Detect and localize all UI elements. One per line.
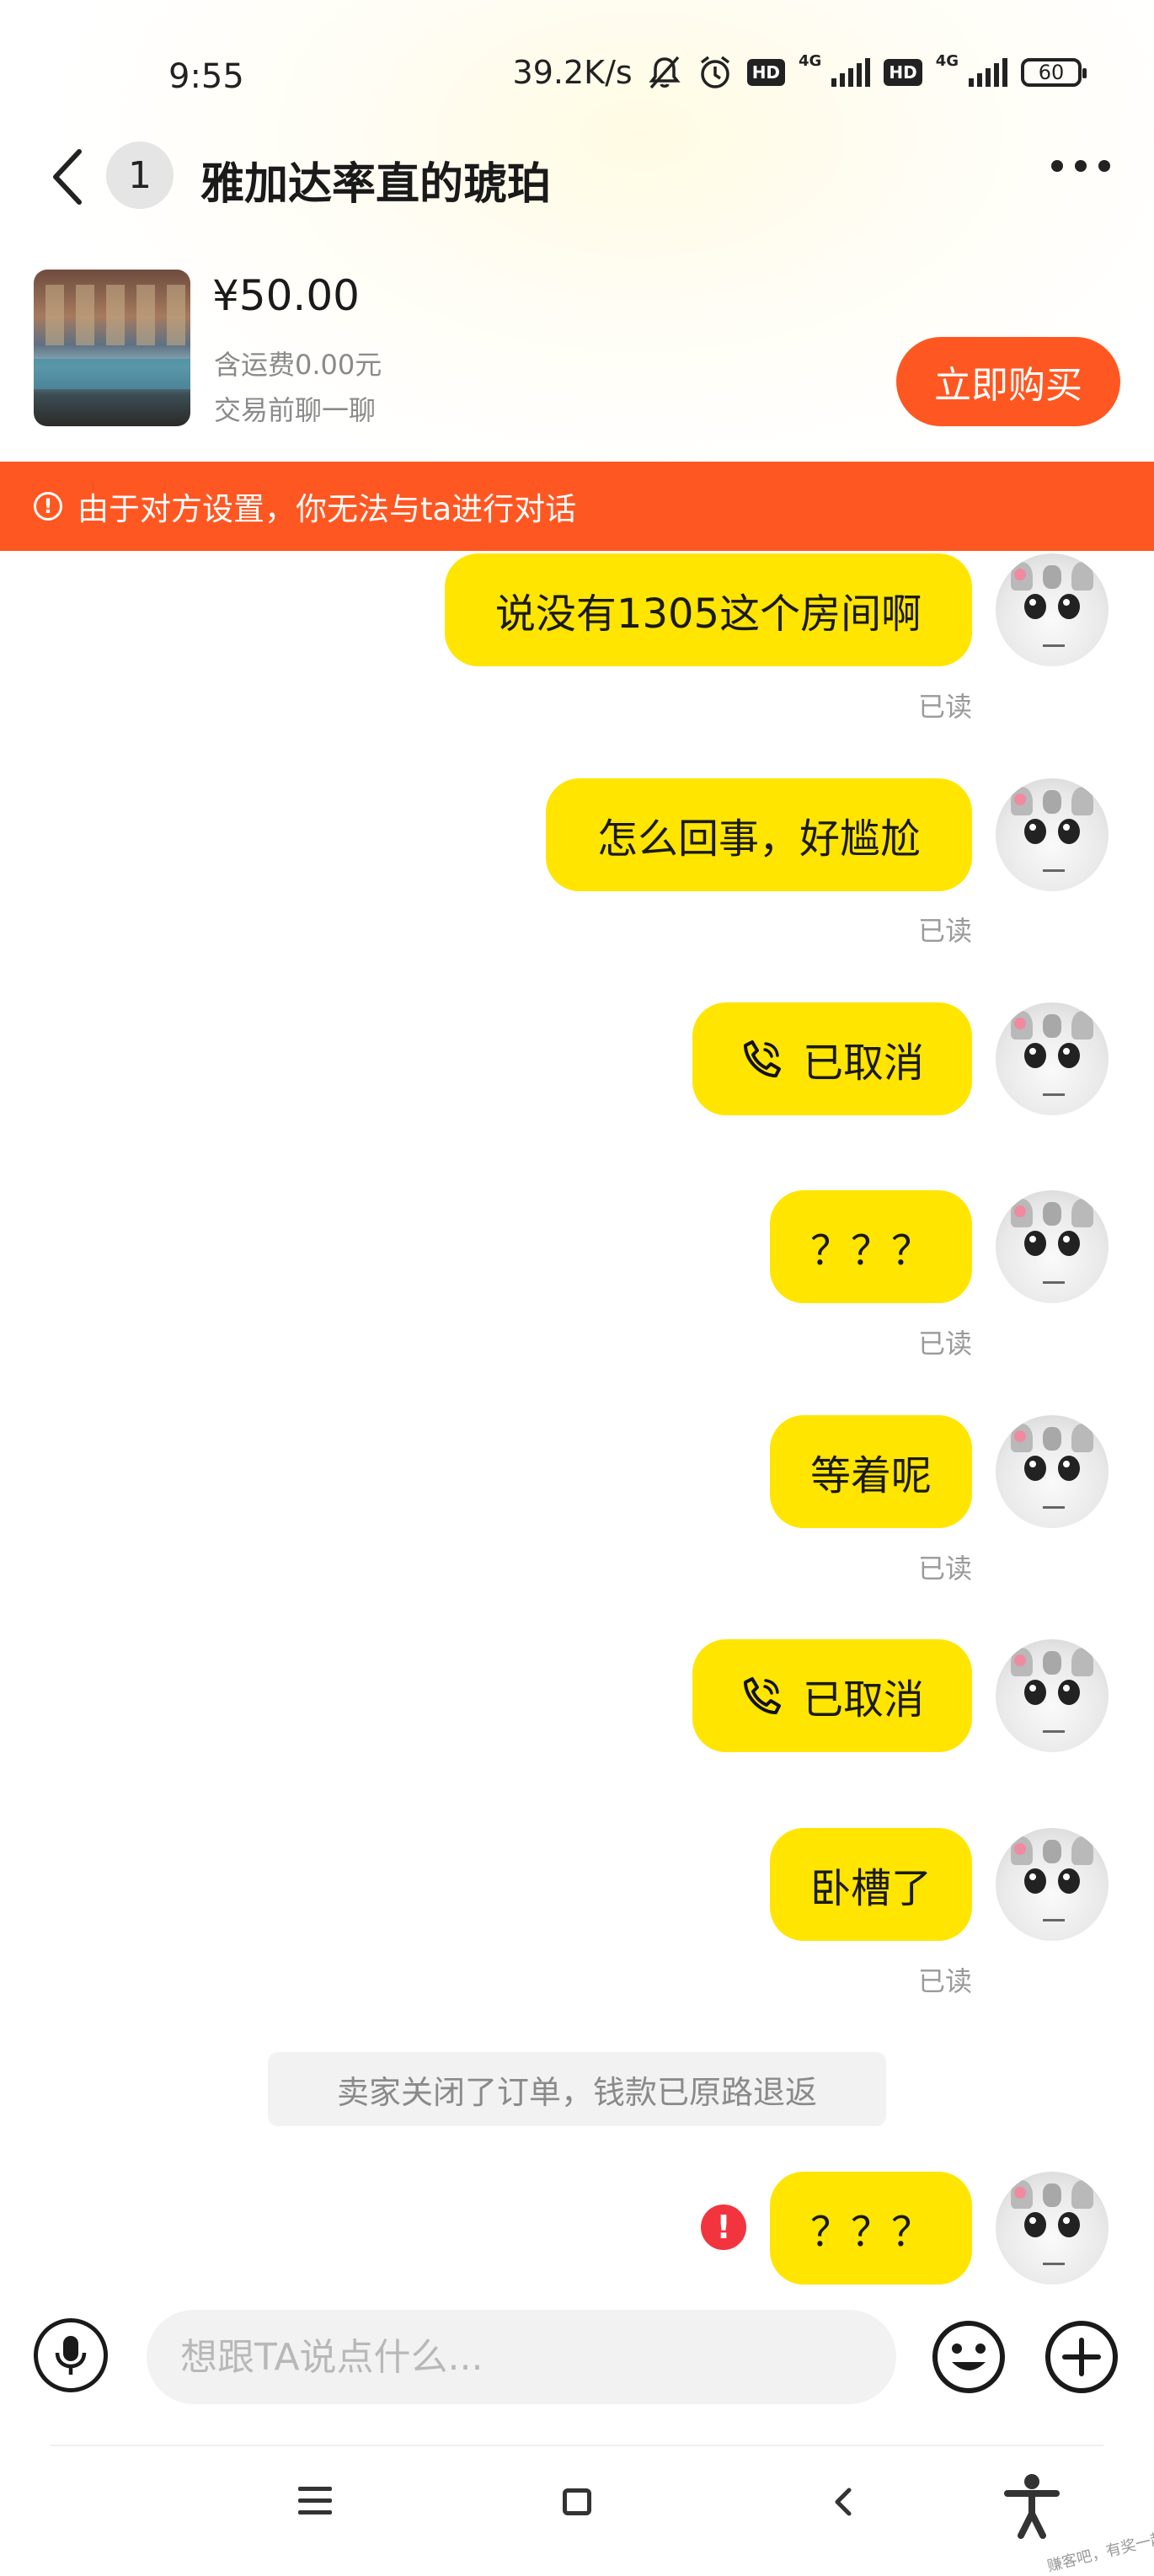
send-failed-icon[interactable]: !	[701, 2205, 746, 2250]
message-bubble[interactable]: 等着呢	[770, 1415, 972, 1528]
nav-menu-icon[interactable]	[298, 2487, 332, 2522]
notice-bar: ! 由于对方设置，你无法与ta进行对话	[0, 462, 1154, 551]
message-bubble[interactable]: 卧槽了	[770, 1828, 972, 1941]
message-input[interactable]	[147, 2310, 896, 2404]
net-speed: 39.2K/s	[512, 54, 633, 91]
hd-badge-icon: HD	[884, 59, 922, 86]
battery-icon: 60	[1021, 58, 1087, 87]
product-chat-hint: 交易前聊一聊	[214, 394, 377, 426]
net-type-label: 4G	[799, 51, 822, 70]
message-bubble[interactable]: ？？？	[770, 1190, 972, 1303]
avatar[interactable]	[996, 1190, 1109, 1303]
buy-now-button[interactable]: 立即购买	[896, 337, 1120, 426]
avatar[interactable]	[996, 778, 1109, 891]
message-bubble[interactable]: ？？？	[770, 2172, 972, 2285]
call-cancelled-bubble[interactable]: 已取消	[692, 1002, 972, 1115]
read-status: 已读	[918, 915, 973, 947]
hd-badge-icon: HD	[746, 59, 786, 86]
avatar[interactable]	[996, 2172, 1109, 2285]
message-bubble[interactable]: 怎么回事，好尴尬	[546, 778, 972, 891]
nav-back-icon[interactable]	[831, 2485, 856, 2519]
phone-call-icon	[743, 1040, 781, 1077]
call-status-text: 已取消	[802, 1676, 924, 1724]
read-status: 已读	[918, 1328, 973, 1360]
status-time: 9:55	[168, 57, 244, 96]
emoji-icon[interactable]	[930, 2318, 1007, 2396]
divider	[51, 2445, 1103, 2446]
product-image[interactable]	[34, 270, 190, 426]
read-status: 已读	[918, 691, 973, 723]
avatar[interactable]	[996, 1002, 1109, 1115]
call-cancelled-bubble[interactable]: 已取消	[692, 1639, 972, 1752]
system-message: 卖家关闭了订单，钱款已原路退返	[268, 2052, 886, 2126]
avatar[interactable]	[996, 553, 1109, 666]
info-icon: !	[34, 492, 62, 521]
phone-call-icon	[743, 1677, 781, 1714]
read-status: 已读	[918, 1553, 973, 1585]
net-type-label: 4G	[935, 51, 959, 70]
avatar[interactable]	[996, 1415, 1109, 1528]
mute-bell-icon	[649, 56, 681, 89]
signal-icon	[969, 58, 1007, 87]
notice-text: 由于对方设置，你无法与ta进行对话	[77, 491, 577, 527]
microphone-icon	[55, 2336, 87, 2375]
accessibility-icon[interactable]	[1002, 2472, 1061, 2539]
product-shipping: 含运费0.00元	[214, 349, 382, 381]
back-icon[interactable]	[44, 143, 94, 211]
call-status-text: 已取消	[802, 1039, 924, 1087]
avatar[interactable]	[996, 1639, 1109, 1752]
voice-input-button[interactable]	[34, 2318, 108, 2392]
more-options-icon[interactable]	[1051, 160, 1110, 172]
unread-count-badge[interactable]: 1	[106, 142, 174, 209]
avatar[interactable]	[996, 1828, 1109, 1941]
message-bubble[interactable]: 说没有1305这个房间啊	[445, 553, 972, 666]
nav-home-icon[interactable]	[563, 2488, 591, 2515]
add-attachment-icon[interactable]	[1043, 2318, 1120, 2396]
alarm-icon	[700, 56, 729, 88]
status-icons: 39.2K/s HD 4G HD 4G 60	[512, 51, 1087, 91]
signal-icon	[831, 58, 871, 87]
read-status: 已读	[918, 1965, 973, 1997]
chat-title: 雅加达率直的琥珀	[200, 159, 552, 210]
product-price: ¥50.00	[212, 271, 360, 320]
